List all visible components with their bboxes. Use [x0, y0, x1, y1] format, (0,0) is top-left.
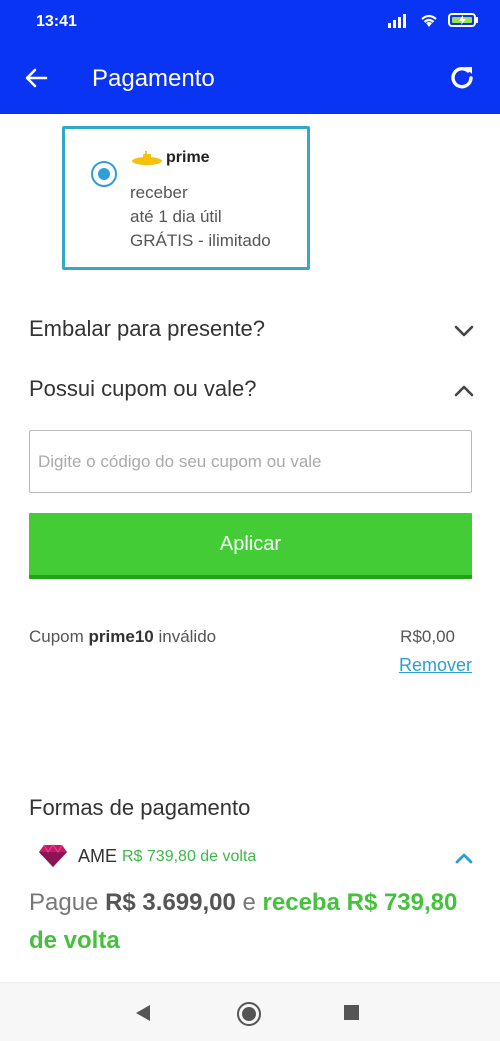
shipping-line-3: GRÁTIS - ilimitado: [130, 231, 271, 250]
coupon-label: Possui cupom ou vale?: [29, 376, 257, 401]
payment-summary: Pague R$ 3.699,00 e receba R$ 739,80 de …: [29, 884, 469, 960]
nav-back-icon[interactable]: [134, 1004, 152, 1022]
status-time: 13:41: [36, 13, 77, 30]
pay-amount: R$ 3.699,00: [105, 889, 236, 916]
payment-method-ame[interactable]: AME R$ 739,80 de volta: [38, 842, 474, 872]
coupon-status-prefix: Cupom: [29, 627, 89, 646]
remove-coupon-link[interactable]: Remover: [399, 655, 472, 676]
payment-section-title: Formas de pagamento: [29, 795, 251, 820]
coupon-status: Cupom prime10 inválido: [29, 627, 216, 647]
shipping-option-card[interactable]: prime receber até 1 dia útil GRÁTIS - il…: [62, 126, 310, 270]
submarine-icon: [132, 151, 162, 165]
chevron-down-icon[interactable]: [453, 320, 475, 342]
coupon-status-suffix: inválido: [153, 627, 217, 646]
pay-middle: e: [235, 889, 263, 916]
refresh-icon[interactable]: [446, 62, 478, 94]
payment-method-cashback: R$ 739,80 de volta: [122, 848, 257, 865]
coupon-toggle[interactable]: Possui cupom ou vale?: [29, 370, 475, 410]
wifi-icon: [421, 14, 437, 27]
shipping-details: receber até 1 dia útil GRÁTIS - ilimitad…: [130, 181, 271, 253]
status-icons: [388, 12, 480, 28]
prime-brand: prime: [166, 149, 210, 166]
shipping-line-2: até 1 dia útil: [130, 207, 222, 226]
pay-prefix: Pague: [29, 889, 106, 916]
chevron-up-icon[interactable]: [453, 380, 475, 402]
prime-logo: prime: [131, 149, 210, 167]
system-nav-bar: [0, 982, 500, 1041]
status-bar: 13:41: [0, 0, 500, 42]
nav-recents-icon[interactable]: [344, 1005, 359, 1020]
battery-icon: [448, 13, 478, 27]
heart-diamond-icon: [39, 844, 67, 867]
gift-wrap-label: Embalar para presente?: [29, 316, 266, 341]
app-bar: Pagamento: [0, 42, 500, 114]
gift-wrap-toggle[interactable]: Embalar para presente?: [29, 310, 475, 350]
chevron-up-icon[interactable]: [454, 848, 474, 868]
page-title: Pagamento: [92, 65, 215, 92]
apply-coupon-button[interactable]: Aplicar: [29, 513, 472, 579]
payment-method-name: AME: [78, 846, 118, 866]
nav-home-icon[interactable]: [236, 1001, 262, 1027]
coupon-code: prime10: [88, 627, 154, 646]
shipping-line-1: receber: [130, 183, 188, 202]
coupon-code-input[interactable]: [29, 430, 472, 493]
shipping-radio-selected[interactable]: [91, 161, 117, 187]
coupon-amount: R$0,00: [400, 627, 455, 646]
signal-icon: [388, 14, 406, 28]
arrow-left-icon[interactable]: [22, 64, 50, 92]
